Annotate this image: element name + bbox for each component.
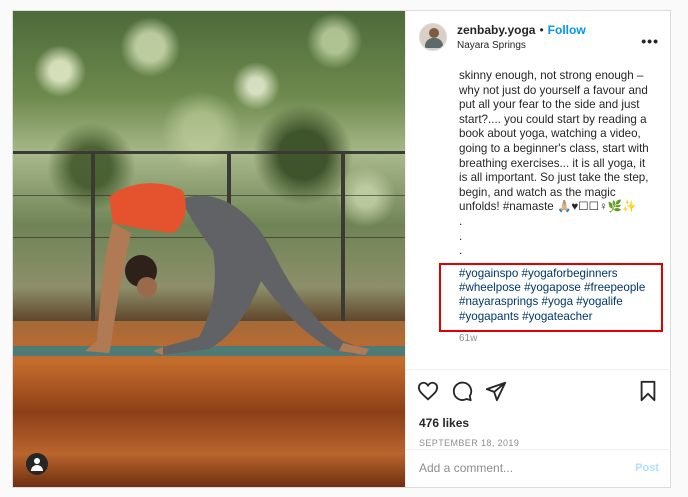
caption-line: put all your fear to the side and just (459, 98, 640, 112)
share-icon[interactable] (485, 380, 507, 402)
post-photo[interactable] (13, 11, 405, 487)
post-details-panel: zenbaby.yoga • Follow Nayara Springs •••… (405, 11, 671, 487)
caption-line: unfolds! #namaste 🙏🏼♥☐☐♀🌿✨ (459, 200, 637, 214)
likes-count[interactable]: 476 likes (419, 416, 469, 430)
avatar[interactable] (419, 23, 447, 51)
user-tag-icon[interactable] (26, 453, 48, 475)
caption-line: . (459, 214, 463, 228)
heart-icon[interactable] (417, 380, 439, 402)
caption-line: skinny enough, not strong enough – (459, 69, 644, 82)
action-bar: 476 likes SEPTEMBER 18, 2019 (406, 369, 671, 448)
caption-line: . (459, 229, 463, 243)
hashtags-block: #yogainspo #yogaforbeginners #wheelpose … (459, 267, 659, 324)
username-link[interactable]: zenbaby.yoga (457, 23, 535, 37)
post-header: zenbaby.yoga • Follow Nayara Springs ••• (406, 11, 671, 63)
location-link[interactable]: Nayara Springs (457, 40, 586, 51)
time-ago: 61w (459, 333, 478, 344)
caption-line: start?.... you could start by reading a (459, 112, 647, 126)
comment-bar: Post (406, 449, 671, 487)
caption-line: . (459, 244, 463, 258)
user-info: zenbaby.yoga • Follow Nayara Springs (457, 23, 586, 51)
photo-yogi-figure (85, 183, 369, 355)
caption-line: breathing exercises... it is all yoga, i… (459, 156, 646, 170)
caption-line: book about yoga, watching a video, (459, 127, 641, 141)
instagram-post: zenbaby.yoga • Follow Nayara Springs •••… (12, 10, 671, 488)
separator-dot: • (539, 23, 544, 37)
more-options-icon[interactable]: ••• (641, 33, 659, 49)
caption-line: why not just do yourself a favour and (459, 83, 648, 97)
bookmark-icon[interactable] (637, 380, 659, 402)
comment-input[interactable] (419, 461, 609, 475)
caption-line: going to a beginner's class, start with (459, 141, 649, 155)
comment-icon[interactable] (451, 380, 473, 402)
caption-line: begin, and watch as the magic (459, 185, 616, 199)
caption-line: is all important. So just take the step, (459, 171, 649, 185)
follow-button[interactable]: Follow (548, 23, 586, 37)
post-date: SEPTEMBER 18, 2019 (419, 438, 520, 448)
caption-text: skinny enough, not strong enough – why no… (459, 69, 667, 259)
post-comment-button[interactable]: Post (635, 462, 659, 474)
hashtags[interactable]: #yogainspo #yogaforbeginners #wheelpose … (459, 267, 659, 324)
